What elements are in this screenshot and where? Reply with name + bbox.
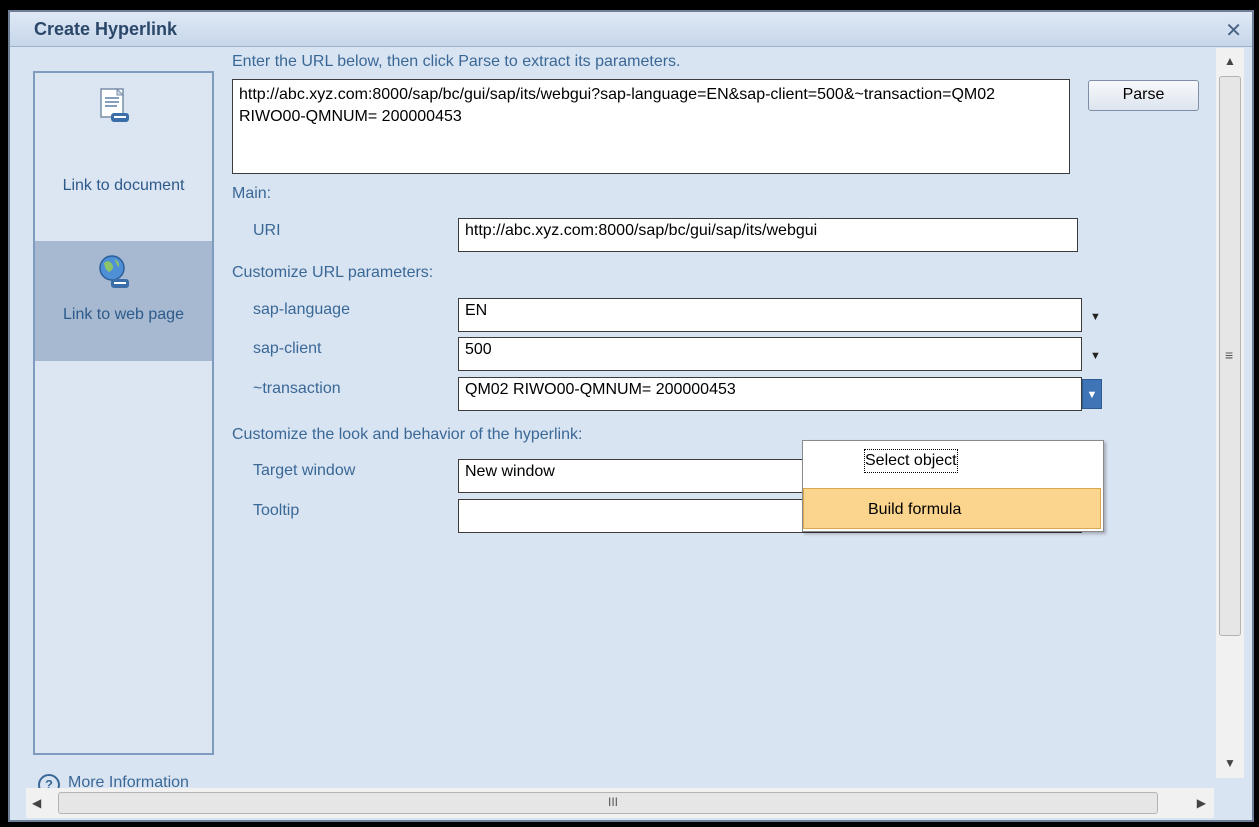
param-field-transaction[interactable]: QM02 RIWO00-QMNUM= 200000453	[458, 377, 1082, 411]
chevron-down-icon[interactable]: ▼	[1090, 350, 1101, 362]
chevron-down-icon[interactable]: ▼	[1082, 379, 1102, 409]
sidebar-item-label: Link to web page	[63, 306, 184, 323]
close-icon[interactable]: ✕	[1225, 18, 1242, 43]
scroll-down-arrow-icon[interactable]: ▼	[1224, 756, 1236, 770]
tooltip-label: Tooltip	[253, 502, 300, 519]
parse-button[interactable]: Parse	[1088, 80, 1199, 111]
menu-item-label: Select object	[864, 449, 958, 473]
web-link-icon	[99, 255, 129, 288]
vertical-scrollbar[interactable]: ▲ ≡ ▼	[1216, 48, 1244, 778]
sidebar-item-link-to-web-page[interactable]: Link to web page	[35, 241, 212, 361]
uri-label: URI	[253, 222, 281, 239]
sidebar-item-label: Link to document	[62, 177, 185, 194]
param-field-sap-language[interactable]: EN	[458, 298, 1082, 332]
instructions-text: Enter the URL below, then click Parse to…	[232, 53, 681, 70]
params-section-heading: Customize URL parameters:	[232, 264, 434, 281]
main-section-heading: Main:	[232, 185, 272, 202]
dialog-content: Link to document Link to web page Enter …	[10, 47, 1252, 820]
param-field-sap-client[interactable]: 500	[458, 337, 1082, 371]
horizontal-scroll-thumb[interactable]: III	[58, 792, 1158, 814]
uri-field[interactable]: http://abc.xyz.com:8000/sap/bc/gui/sap/i…	[458, 218, 1078, 252]
menu-item-build-formula[interactable]: Build formula	[803, 488, 1101, 529]
menu-item-select-object[interactable]: Select object	[803, 441, 1101, 482]
chevron-down-icon[interactable]: ▼	[1090, 311, 1101, 323]
url-textarea[interactable]: http://abc.xyz.com:8000/sap/bc/gui/sap/i…	[232, 79, 1070, 174]
sidebar-item-link-to-document[interactable]: Link to document	[35, 77, 212, 239]
look-section-heading: Customize the look and behavior of the h…	[232, 426, 583, 443]
horizontal-scrollbar[interactable]: ◀ III ▶	[26, 788, 1214, 818]
param-label-sap-language: sap-language	[253, 301, 350, 318]
scroll-right-arrow-icon[interactable]: ▶	[1197, 796, 1206, 810]
scroll-left-arrow-icon[interactable]: ◀	[32, 796, 41, 810]
dialog-title: Create Hyperlink	[34, 19, 178, 39]
param-label-sap-client: sap-client	[253, 340, 322, 357]
title-bar: Create Hyperlink ✕	[10, 12, 1252, 47]
scroll-grip-icon: III	[608, 795, 619, 809]
menu-item-label: Build formula	[868, 501, 962, 518]
transaction-dropdown-menu: Select object Build formula	[802, 440, 1104, 532]
link-type-sidebar: Link to document Link to web page	[33, 71, 214, 755]
create-hyperlink-dialog: Create Hyperlink ✕ Link to document Link…	[8, 10, 1254, 822]
document-link-icon	[100, 87, 129, 122]
scroll-grip-icon: ≡	[1225, 347, 1234, 363]
param-label-transaction: ~transaction	[253, 380, 341, 397]
scroll-up-arrow-icon[interactable]: ▲	[1224, 54, 1236, 68]
vertical-scroll-thumb[interactable]: ≡	[1219, 76, 1241, 636]
target-window-label: Target window	[253, 462, 356, 479]
